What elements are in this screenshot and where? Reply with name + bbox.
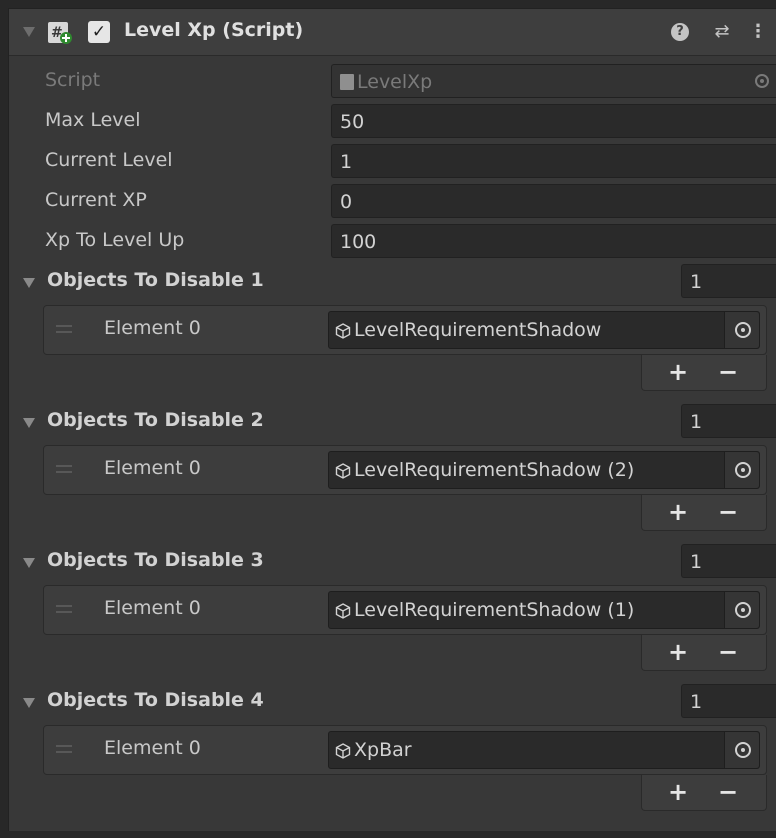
objects-to-disable-3-title[interactable]: Objects To Disable 3 <box>47 549 264 571</box>
script-field: LevelXp <box>331 64 776 98</box>
objects-to-disable-3-list: Element 0 LevelRequirementShadow (1) <box>43 585 767 635</box>
current-xp-field[interactable]: 0 <box>331 184 776 218</box>
max-level-label: Max Level <box>45 109 141 131</box>
add-element-button[interactable]: + <box>658 357 698 387</box>
add-element-button[interactable]: + <box>658 777 698 807</box>
object-field-value: LevelRequirementShadow (1) <box>354 599 635 621</box>
object-field[interactable]: XpBar <box>328 731 760 769</box>
element-label: Element 0 <box>104 317 201 339</box>
help-icon[interactable]: ? <box>669 21 691 43</box>
object-picker-icon <box>735 462 751 478</box>
object-picker-icon <box>755 74 769 88</box>
drag-handle-icon[interactable] <box>56 465 72 473</box>
component-title: Level Xp (Script) <box>124 19 304 41</box>
object-field-value: LevelRequirementShadow (2) <box>354 459 635 481</box>
object-field[interactable]: LevelRequirementShadow <box>328 311 760 349</box>
gameobject-icon <box>335 463 351 479</box>
objects-to-disable-4-size-field[interactable]: 1 <box>681 684 776 718</box>
current-level-label: Current Level <box>45 149 173 171</box>
list-add-remove-footer: + − <box>641 355 767 391</box>
component-enabled-checkbox[interactable]: ✓ <box>88 21 110 43</box>
object-picker-icon <box>735 322 751 338</box>
object-picker-icon <box>735 742 751 758</box>
element-label: Element 0 <box>104 597 201 619</box>
foldout-arrow-icon[interactable] <box>23 418 35 428</box>
element-label: Element 0 <box>104 737 201 759</box>
object-picker-icon <box>735 602 751 618</box>
objects-to-disable-3-size-field[interactable]: 1 <box>681 544 776 578</box>
list-add-remove-footer: + − <box>641 495 767 531</box>
remove-element-button[interactable]: − <box>708 637 748 667</box>
csharp-script-icon: # <box>48 22 72 44</box>
object-picker-button[interactable] <box>724 732 759 768</box>
add-element-button[interactable]: + <box>658 497 698 527</box>
presets-icon[interactable]: ⇄ <box>709 21 735 43</box>
gameobject-icon <box>335 323 351 339</box>
script-value: LevelXp <box>357 71 433 93</box>
object-field-value: LevelRequirementShadow <box>354 319 602 341</box>
foldout-arrow-icon[interactable] <box>23 278 35 288</box>
xp-to-level-up-label: Xp To Level Up <box>45 229 185 251</box>
remove-element-button[interactable]: − <box>708 777 748 807</box>
max-level-field[interactable]: 50 <box>331 104 776 138</box>
foldout-arrow-icon[interactable] <box>23 27 35 37</box>
add-element-button[interactable]: + <box>658 637 698 667</box>
foldout-arrow-icon[interactable] <box>23 558 35 568</box>
object-field-value: XpBar <box>354 739 412 761</box>
remove-element-button[interactable]: − <box>708 497 748 527</box>
drag-handle-icon[interactable] <box>56 605 72 613</box>
objects-to-disable-1-list: Element 0 LevelRequirementShadow <box>43 305 767 355</box>
element-label: Element 0 <box>104 457 201 479</box>
objects-to-disable-4-title[interactable]: Objects To Disable 4 <box>47 689 264 711</box>
component-header[interactable]: # ✓ Level Xp (Script) ? ⇄ ⋮ <box>9 9 776 56</box>
objects-to-disable-2-size-field[interactable]: 1 <box>681 404 776 438</box>
drag-handle-icon[interactable] <box>56 745 72 753</box>
object-picker-button[interactable] <box>724 312 759 348</box>
current-xp-label: Current XP <box>45 189 147 211</box>
objects-to-disable-1-size-field[interactable]: 1 <box>681 264 776 298</box>
object-picker-button[interactable] <box>724 452 759 488</box>
object-field[interactable]: LevelRequirementShadow (1) <box>328 591 760 629</box>
objects-to-disable-2-title[interactable]: Objects To Disable 2 <box>47 409 264 431</box>
current-level-field[interactable]: 1 <box>331 144 776 178</box>
gameobject-icon <box>335 603 351 619</box>
context-menu-icon[interactable]: ⋮ <box>749 21 767 43</box>
script-asset-icon <box>340 74 354 90</box>
xp-to-level-up-field[interactable]: 100 <box>331 224 776 258</box>
drag-handle-icon[interactable] <box>56 325 72 333</box>
remove-element-button[interactable]: − <box>708 357 748 387</box>
inspector-panel: # ✓ Level Xp (Script) ? ⇄ ⋮ Script Level… <box>8 8 776 831</box>
list-add-remove-footer: + − <box>641 635 767 671</box>
objects-to-disable-1-title[interactable]: Objects To Disable 1 <box>47 269 264 291</box>
objects-to-disable-2-list: Element 0 LevelRequirementShadow (2) <box>43 445 767 495</box>
object-field[interactable]: LevelRequirementShadow (2) <box>328 451 760 489</box>
list-add-remove-footer: + − <box>641 775 767 811</box>
foldout-arrow-icon[interactable] <box>23 698 35 708</box>
script-label: Script <box>45 69 101 91</box>
object-picker-button[interactable] <box>724 592 759 628</box>
gameobject-icon <box>335 743 351 759</box>
objects-to-disable-4-list: Element 0 XpBar <box>43 725 767 775</box>
